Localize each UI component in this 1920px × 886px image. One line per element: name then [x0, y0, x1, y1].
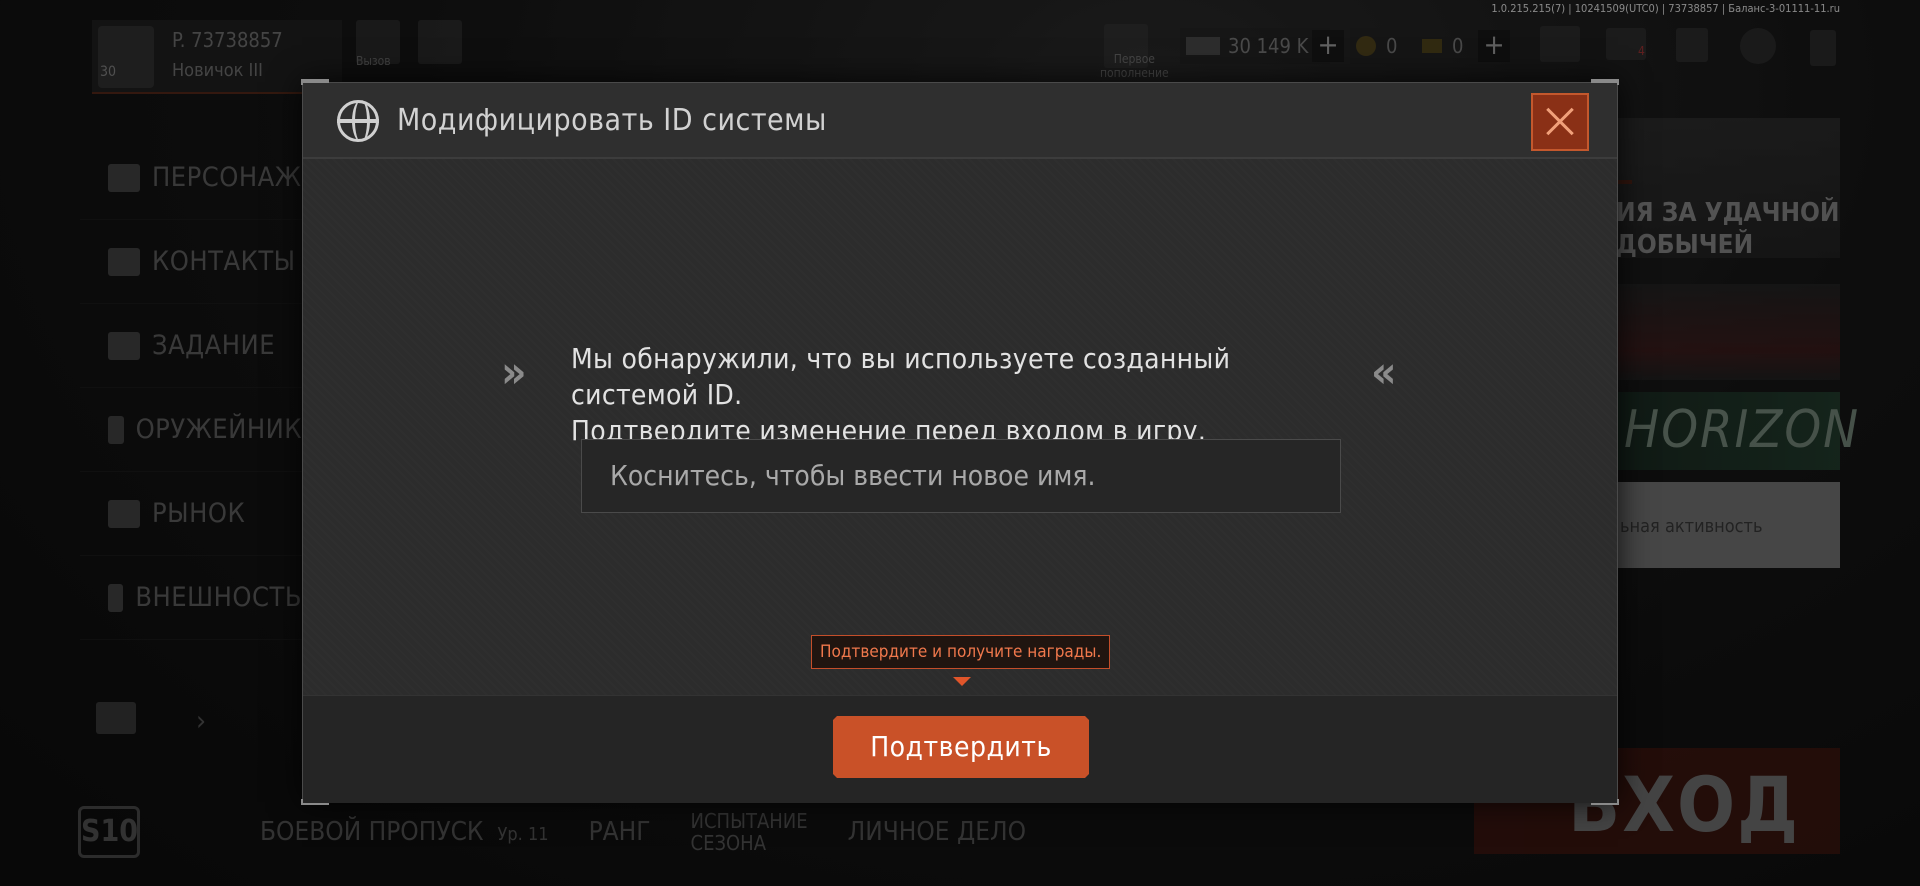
close-button[interactable] [1531, 93, 1589, 151]
tooltip-arrow [953, 677, 971, 686]
chevrons-left-icon: « [1371, 347, 1396, 398]
dialog-footer: Подтвердить [303, 695, 1617, 803]
globe-icon [337, 100, 379, 142]
message-line-1: Мы обнаружили, что вы используете создан… [571, 342, 1231, 411]
new-name-input[interactable]: Коснитесь, чтобы ввести новое имя. [581, 439, 1341, 513]
confirm-button[interactable]: Подтвердить [833, 716, 1089, 778]
chevrons-right-icon: » [501, 347, 526, 398]
modify-id-dialog: Модифицировать ID системы » Мы обнаружил… [301, 79, 1619, 805]
dialog-title: Модифицировать ID системы [397, 103, 827, 138]
dialog-header: Модифицировать ID системы [303, 83, 1617, 159]
dialog-message: Мы обнаружили, что вы используете создан… [571, 341, 1351, 449]
reward-tooltip: Подтвердите и получите награды. [811, 635, 1111, 669]
